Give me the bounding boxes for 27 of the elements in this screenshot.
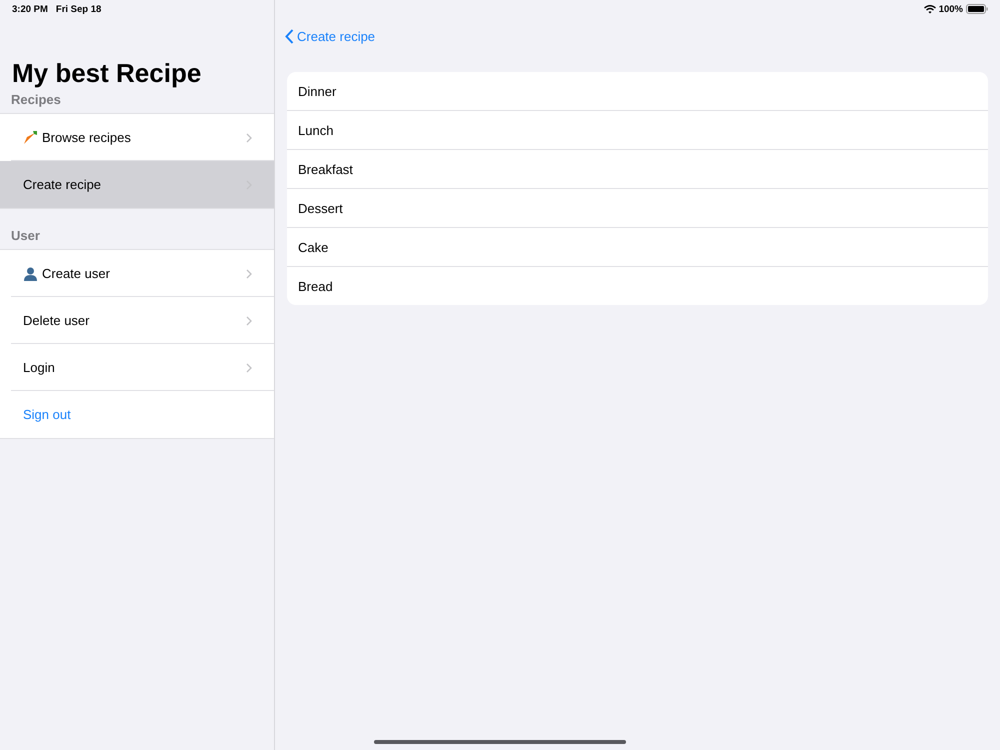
battery-percent: 100%	[938, 4, 963, 14]
sidebar-item[interactable]: Create recipe	[0, 161, 274, 208]
chevron-icon	[246, 268, 252, 278]
section-header: User	[10, 228, 41, 242]
carrot-icon	[23, 130, 38, 145]
sidebar-item[interactable]: Browse recipes	[0, 114, 274, 161]
category-item[interactable]: Bread	[287, 267, 988, 305]
category-item[interactable]: Lunch	[287, 111, 988, 150]
chevron-icon	[246, 362, 252, 372]
sidebar-item[interactable]: Sign out	[0, 391, 274, 438]
person-icon	[23, 266, 38, 281]
sidebar-item[interactable]: Delete user	[0, 297, 274, 344]
category-item[interactable]: Breakfast	[287, 150, 988, 189]
chevron-icon	[246, 132, 252, 142]
section-header: Recipes	[10, 92, 62, 106]
status-date: Fri Sep 18	[56, 4, 102, 14]
sidebar-item[interactable]: Login	[0, 344, 274, 391]
category-item[interactable]: Cake	[287, 228, 988, 267]
battery-icon	[966, 4, 988, 14]
sidebar-item[interactable]: Create user	[0, 250, 274, 297]
chevron-icon	[246, 316, 252, 326]
category-item[interactable]: Dessert	[287, 189, 988, 228]
sidebar-title: My best Recipe	[12, 58, 202, 88]
status-time: 3:20 PM	[12, 4, 48, 14]
back-chevron-icon	[285, 28, 294, 44]
wifi-icon	[924, 4, 936, 14]
category-item[interactable]: Dinner	[287, 72, 988, 111]
